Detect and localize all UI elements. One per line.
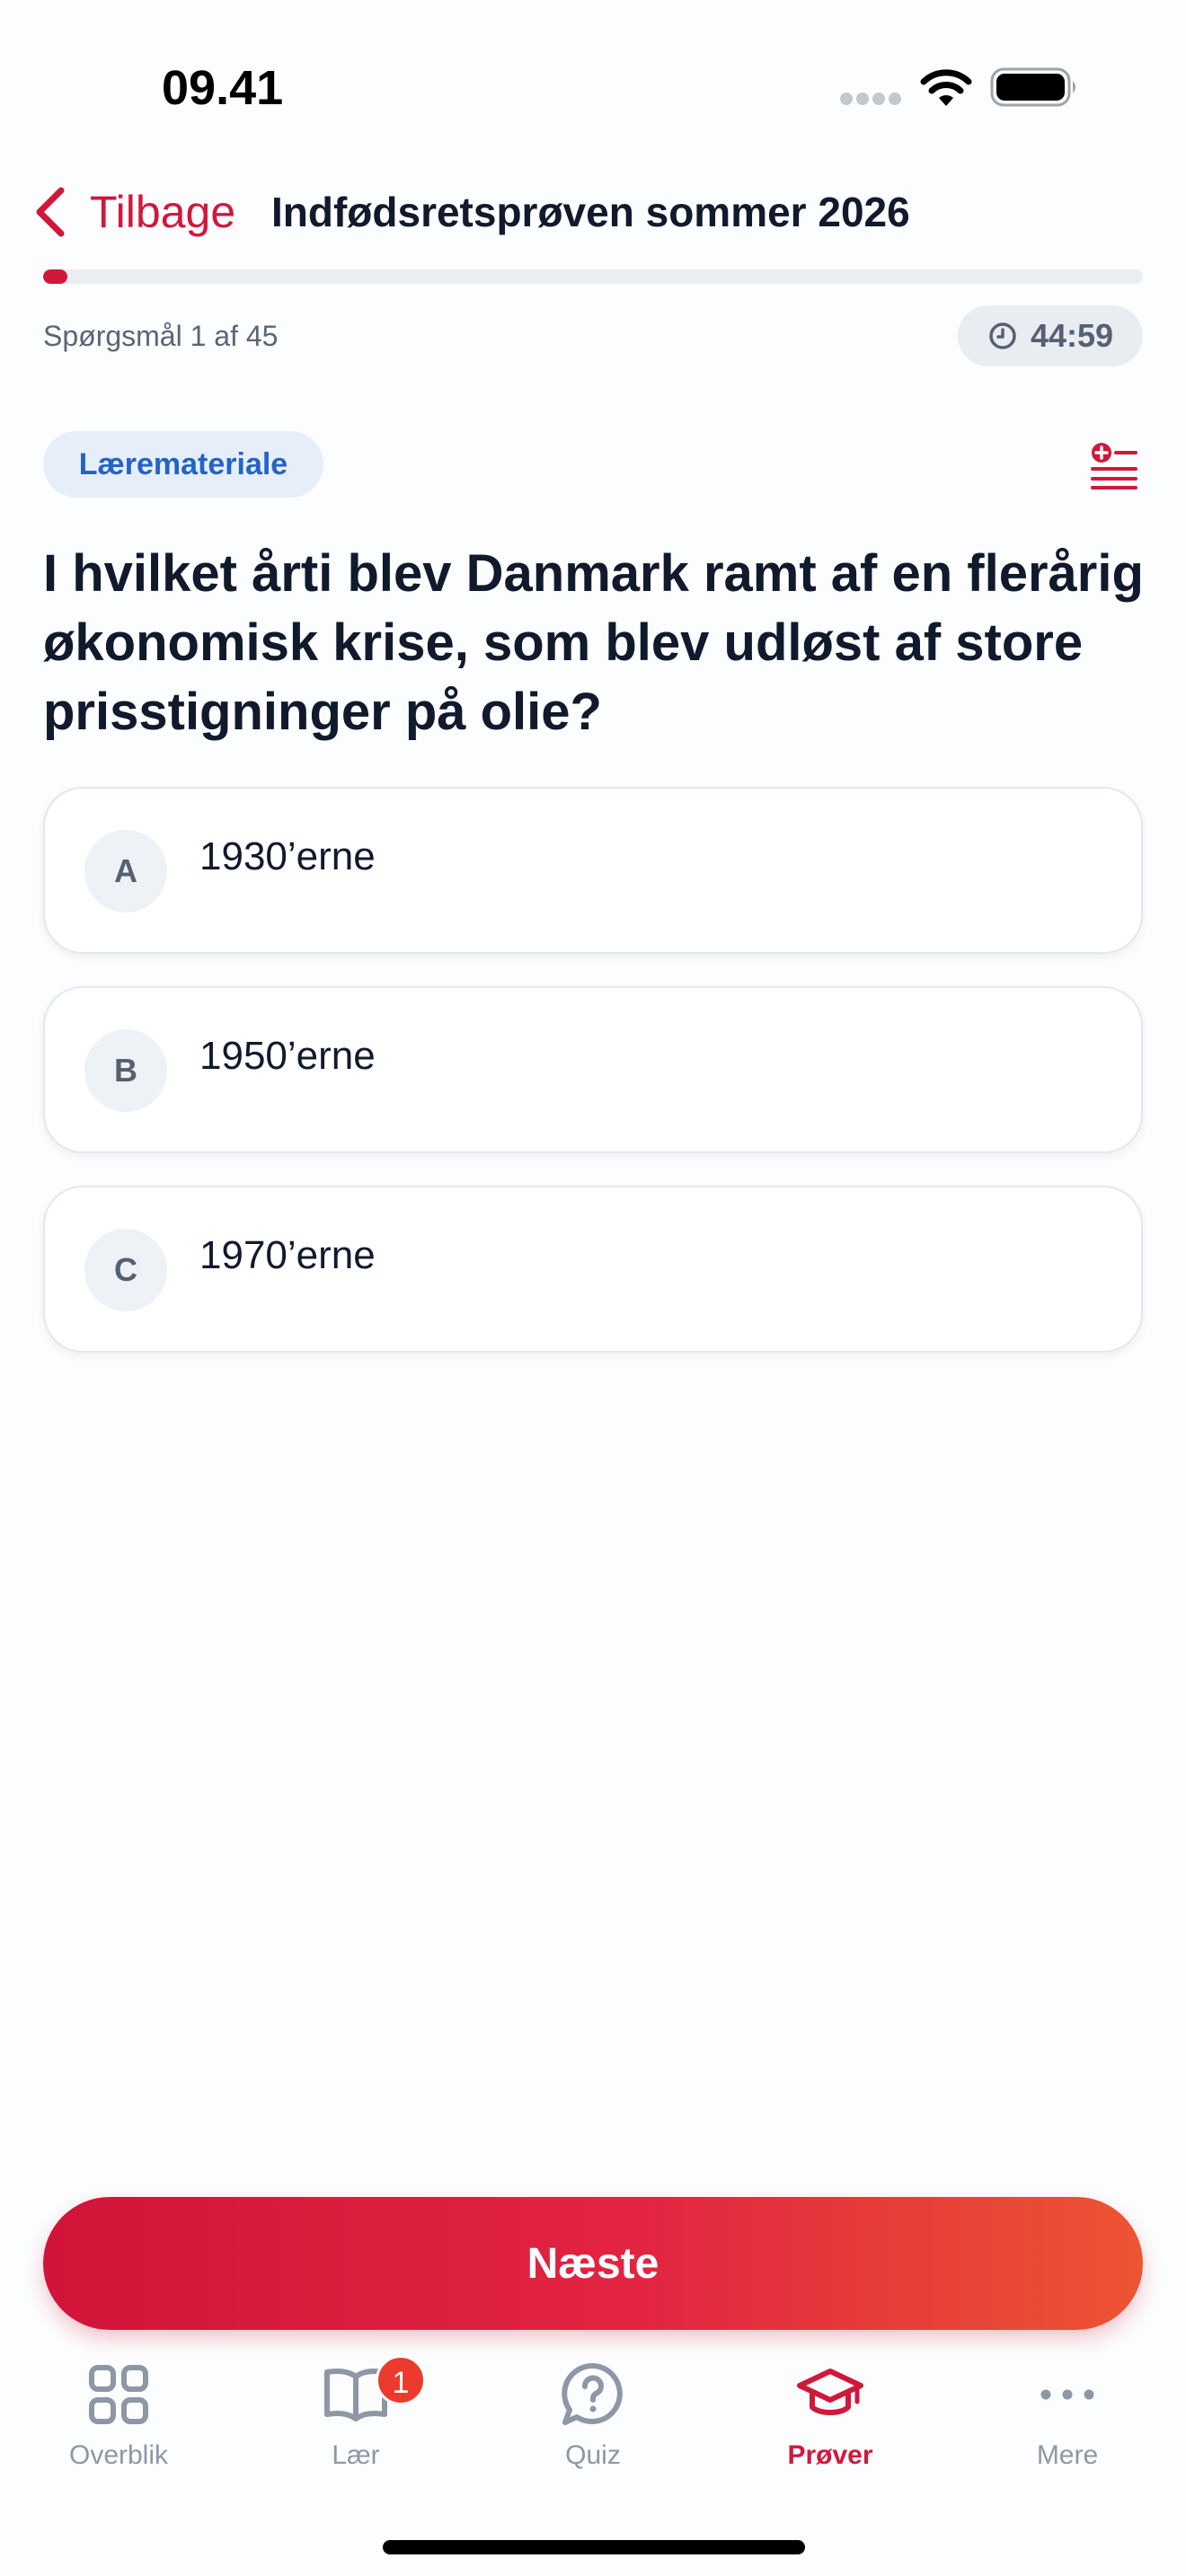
answer-text: 1950’erne <box>199 1034 376 1078</box>
back-label: Tilbage <box>90 187 236 237</box>
notification-badge: 1 <box>376 2355 426 2405</box>
home-indicator <box>383 2540 805 2554</box>
tab-label: Prøver <box>787 2440 873 2470</box>
question-text: I hvilket årti blev Danmark ramt af en f… <box>43 544 1144 741</box>
answer-letter: B <box>84 1029 167 1112</box>
answer-text: 1970’erne <box>199 1233 376 1277</box>
tab-label: Lær <box>332 2440 380 2470</box>
question-bubble-icon <box>562 2362 623 2425</box>
chevron-left-icon <box>36 187 65 237</box>
timer-chip: 44:59 <box>958 305 1143 366</box>
graduation-cap-icon <box>797 2369 863 2415</box>
timer-value: 44:59 <box>1030 317 1114 354</box>
answer-option-a[interactable]: A 1930’erne <box>43 787 1143 954</box>
answer-text: 1930’erne <box>199 834 376 878</box>
next-button[interactable]: Næste <box>43 2197 1143 2330</box>
tab-prover[interactable]: Prøver <box>712 2360 949 2495</box>
answer-letter: A <box>84 830 167 913</box>
tab-label: Overblik <box>68 2440 169 2470</box>
tab-label: Quiz <box>565 2440 621 2470</box>
battery-icon <box>990 67 1075 107</box>
question-counter: Spørgsmål 1 af 45 <box>43 320 279 352</box>
status-time: 09.41 <box>162 61 284 115</box>
add-to-list-icon[interactable] <box>1089 440 1139 490</box>
tab-mere[interactable]: Mere <box>949 2360 1186 2495</box>
answer-letter: C <box>84 1229 167 1311</box>
clock-icon <box>989 322 1016 349</box>
tab-laer[interactable]: 1 Lær <box>237 2355 474 2495</box>
tab-label: Mere <box>1036 2440 1099 2470</box>
material-tag[interactable]: Læremateriale <box>43 431 323 498</box>
cellular-signal-icon <box>840 93 901 105</box>
progress-bar <box>43 269 1143 284</box>
progress-fill <box>43 269 68 284</box>
answer-option-b[interactable]: B 1950’erne <box>43 986 1143 1153</box>
more-dots-icon <box>1040 2389 1094 2400</box>
tab-quiz[interactable]: Quiz <box>474 2360 712 2495</box>
answer-option-c[interactable]: C 1970’erne <box>43 1186 1143 1353</box>
grid-icon <box>89 2365 148 2424</box>
page-title: Indfødsretsprøven sommer 2026 <box>271 189 910 235</box>
wifi-icon <box>920 69 972 106</box>
tab-overblik[interactable]: Overblik <box>0 2360 237 2495</box>
back-button[interactable]: Tilbage <box>32 176 248 248</box>
